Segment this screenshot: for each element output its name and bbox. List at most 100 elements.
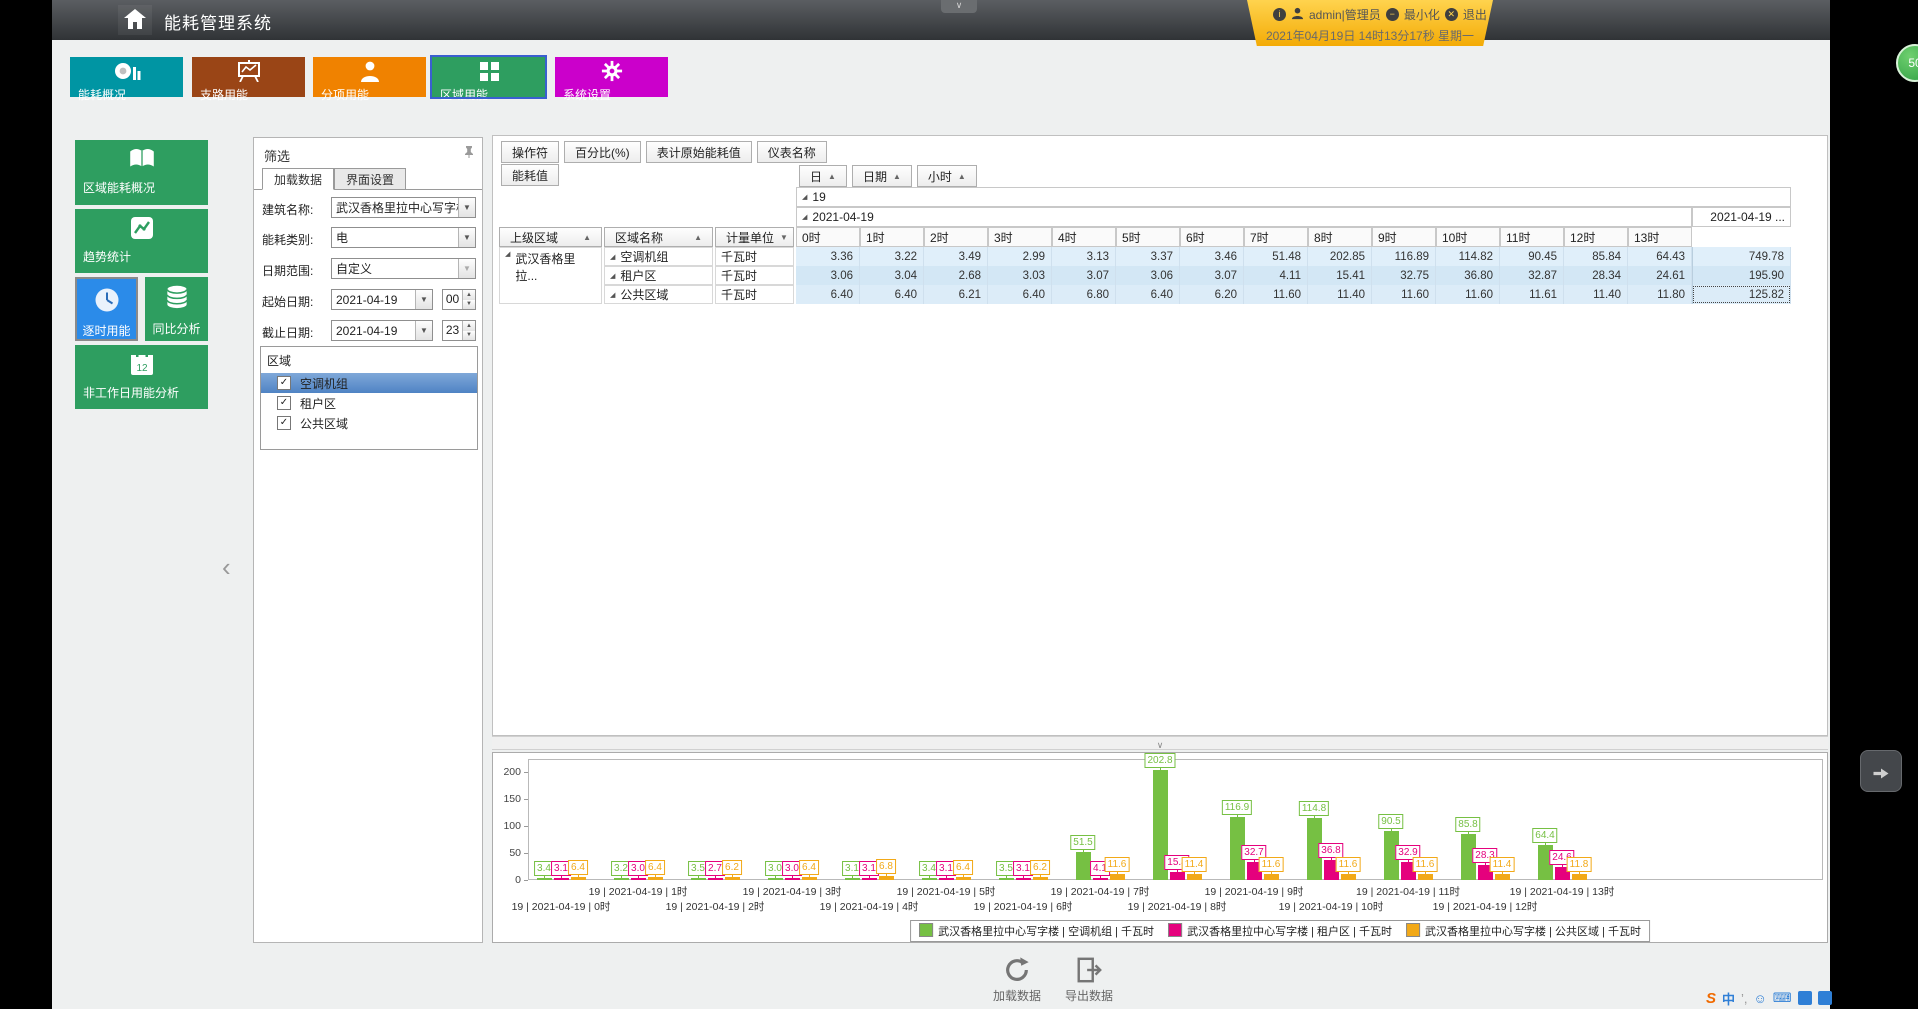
checkbox[interactable]: ✓ (277, 376, 291, 390)
hour-column-header[interactable]: 3时 (988, 227, 1052, 247)
hour-column-header[interactable]: 6时 (1180, 227, 1244, 247)
value-cell[interactable]: 6.40 (1116, 285, 1180, 304)
hour-column-header[interactable]: 13时 (1628, 227, 1692, 247)
value-cell[interactable]: 85.84 (1564, 247, 1628, 266)
filter-tab-load-data[interactable]: 加载数据 (262, 168, 334, 190)
exit-label[interactable]: 退出 (1463, 6, 1487, 23)
unit-cell[interactable]: 千瓦时 (715, 285, 794, 304)
pivot-row-field[interactable]: 计量单位▼ (715, 227, 794, 247)
value-cell[interactable]: 15.41 (1308, 266, 1372, 285)
spin-up-icon[interactable]: ▲ (463, 290, 475, 300)
value-cell[interactable]: 3.46 (1180, 247, 1244, 266)
total-cell[interactable]: 749.78 (1692, 247, 1791, 266)
sidebar-item-yoy-analysis[interactable]: 同比分析 (145, 277, 208, 341)
tab-system-settings[interactable]: 系统设置 (555, 57, 668, 97)
expand-icon[interactable]: ◢ (505, 250, 510, 258)
value-cell[interactable]: 3.13 (1052, 247, 1116, 266)
value-cell[interactable]: 114.82 (1436, 247, 1500, 266)
floating-tool-button[interactable] (1860, 750, 1902, 792)
hour-column-header[interactable]: 4时 (1052, 227, 1116, 247)
value-cell[interactable]: 3.03 (988, 266, 1052, 285)
hour-column-header[interactable]: 1时 (860, 227, 924, 247)
sidebar-item-trend-statistics[interactable]: 趋势统计 (75, 209, 208, 273)
horizontal-splitter[interactable]: ∨ (492, 736, 1828, 750)
value-cell[interactable]: 3.07 (1052, 266, 1116, 285)
value-cell[interactable]: 6.40 (988, 285, 1052, 304)
pivot-column-field[interactable]: 小时▲ (917, 165, 977, 187)
value-cell[interactable]: 11.80 (1628, 285, 1692, 304)
value-cell[interactable]: 11.60 (1372, 285, 1436, 304)
pivot-column-field[interactable]: 日▲ (799, 165, 847, 187)
load-data-button[interactable]: 加载数据 (982, 956, 1052, 1004)
expand-icon[interactable]: ◢ (610, 291, 615, 299)
spin-up-icon[interactable]: ▲ (463, 321, 475, 331)
hour-column-header[interactable]: 9时 (1372, 227, 1436, 247)
value-cell[interactable]: 4.11 (1244, 266, 1308, 285)
expand-icon[interactable]: ◢ (610, 253, 615, 261)
value-cell[interactable]: 116.89 (1372, 247, 1436, 266)
area-name-cell[interactable]: ◢租户区 (604, 266, 713, 285)
value-cell[interactable]: 11.60 (1244, 285, 1308, 304)
filter-tab-ui-settings[interactable]: 界面设置 (334, 168, 406, 190)
region-item[interactable]: ✓空调机组 (261, 373, 477, 393)
ime-keyboard-icon[interactable]: ⌨ (1773, 990, 1792, 1006)
value-cell[interactable]: 3.06 (1116, 266, 1180, 285)
checkbox[interactable]: ✓ (277, 416, 291, 430)
window-collapse-tab[interactable]: ∨ (941, 0, 977, 13)
ime-logo[interactable]: S (1706, 990, 1716, 1007)
hour-column-header[interactable]: 12时 (1564, 227, 1628, 247)
area-name-cell[interactable]: ◢空调机组 (604, 247, 713, 266)
pivot-filter-field[interactable]: 操作符 (501, 141, 559, 163)
spin-down-icon[interactable]: ▼ (463, 331, 475, 341)
value-cell[interactable]: 3.06 (796, 266, 860, 285)
hour-column-header[interactable]: 2时 (924, 227, 988, 247)
energy-type-select[interactable]: 电 ▼ (331, 227, 476, 248)
pin-icon[interactable] (464, 146, 474, 161)
expand-icon[interactable]: ◢ (610, 272, 615, 280)
pivot-filter-field[interactable]: 百分比(%) (564, 141, 641, 163)
ime-lang[interactable]: 中 (1722, 989, 1735, 1008)
total-cell[interactable]: 195.90 (1692, 266, 1791, 285)
close-icon[interactable]: ✕ (1445, 8, 1458, 21)
total-column-header[interactable]: 2021-04-19 ... (1692, 207, 1791, 227)
value-cell[interactable]: 51.48 (1244, 247, 1308, 266)
start-date-select[interactable]: 2021-04-19 ▼ (331, 289, 433, 310)
value-cell[interactable]: 11.40 (1308, 285, 1372, 304)
value-cell[interactable]: 2.99 (988, 247, 1052, 266)
total-cell[interactable]: 125.82 (1692, 285, 1791, 304)
value-cell[interactable]: 3.37 (1116, 247, 1180, 266)
value-cell[interactable]: 32.87 (1500, 266, 1564, 285)
value-cell[interactable]: 2.68 (924, 266, 988, 285)
ime-toolbox-icon[interactable] (1798, 991, 1812, 1005)
value-cell[interactable]: 11.40 (1564, 285, 1628, 304)
value-cell[interactable]: 202.85 (1308, 247, 1372, 266)
export-data-button[interactable]: 导出数据 (1054, 956, 1124, 1004)
value-cell[interactable]: 24.61 (1628, 266, 1692, 285)
expand-icon[interactable]: ◢ (802, 193, 807, 201)
unit-cell[interactable]: 千瓦时 (715, 266, 794, 285)
minimize-icon[interactable]: − (1386, 8, 1399, 21)
sidebar-item-hourly-energy[interactable]: 逐时用能 (75, 277, 138, 341)
pivot-row-field[interactable]: 区域名称▲ (604, 227, 713, 247)
value-cell[interactable]: 6.21 (924, 285, 988, 304)
checkbox[interactable]: ✓ (277, 396, 291, 410)
spin-down-icon[interactable]: ▼ (463, 300, 475, 310)
value-cell[interactable]: 3.22 (860, 247, 924, 266)
ime-punct[interactable]: ’, (1741, 991, 1748, 1006)
value-cell[interactable]: 3.36 (796, 247, 860, 266)
end-date-select[interactable]: 2021-04-19 ▼ (331, 320, 433, 341)
pivot-column-field[interactable]: 日期▲ (852, 165, 912, 187)
minimize-label[interactable]: 最小化 (1404, 6, 1440, 23)
region-item[interactable]: ✓租户区 (261, 393, 477, 413)
value-cell[interactable]: 32.75 (1372, 266, 1436, 285)
ime-smiley-icon[interactable]: ☺ (1754, 991, 1767, 1006)
assist-badge[interactable]: 50 (1896, 44, 1918, 82)
value-cell[interactable]: 3.04 (860, 266, 924, 285)
pivot-filter-field[interactable]: 仪表名称 (757, 141, 827, 163)
area-name-cell[interactable]: ◢公共区域 (604, 285, 713, 304)
end-hour-spinner[interactable]: 23 ▲▼ (442, 320, 476, 341)
parent-area-cell[interactable]: ◢武汉香格里拉... (499, 247, 602, 304)
ime-toolbar[interactable]: S 中 ’, ☺ ⌨ (1700, 987, 1918, 1009)
value-cell[interactable]: 6.40 (796, 285, 860, 304)
unit-cell[interactable]: 千瓦时 (715, 247, 794, 266)
